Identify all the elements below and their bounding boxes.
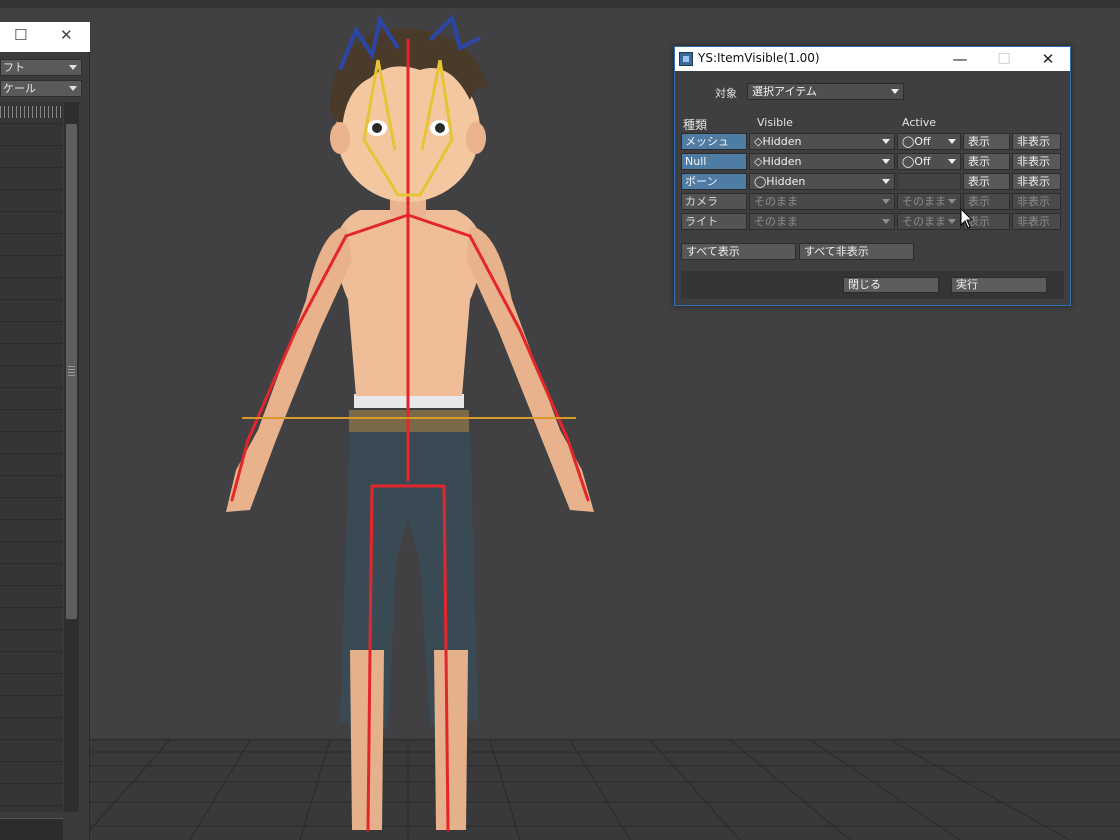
show-button-null[interactable]: 表示 [963,153,1010,170]
visible-dropdown-null[interactable]: ◇Hidden [749,153,895,170]
hide-all-button[interactable]: すべて非表示 [799,243,914,260]
character-model [226,14,594,830]
target-dropdown-value: 選択アイテム [752,85,817,98]
chevron-down-icon [948,199,956,204]
left-list-area[interactable] [0,102,63,812]
left-panel-titlebar: ☐ ✕ [0,22,90,52]
chevron-down-icon [882,159,890,164]
close-dialog-button[interactable]: 閉じる [843,277,939,293]
close-icon[interactable]: ✕ [60,26,73,44]
active-dropdown-null[interactable]: ◯Off [897,153,961,170]
active-slot-bone [897,173,961,190]
mouse-cursor-icon [960,208,974,229]
floor-grid [89,738,1120,840]
chevron-down-icon [882,179,890,184]
visible-dropdown-light[interactable]: そのまま [749,213,895,230]
visible-dropdown-mesh[interactable]: ◇Hidden [749,133,895,150]
hide-button-camera[interactable]: 非表示 [1012,193,1061,210]
type-toggle-light[interactable]: ライト [681,213,747,230]
active-dropdown-light[interactable]: そのまま [897,213,961,230]
left-dropdown-2[interactable]: ケール [0,80,82,97]
hide-button-mesh[interactable]: 非表示 [1012,133,1061,150]
left-ruler [0,106,63,118]
active-dropdown-mesh[interactable]: ◯Off [897,133,961,150]
dialog-body: 対象 選択アイテム 種類 Visible Active メッシュ ◇Hidden… [675,71,1070,305]
active-dropdown-value: ◯Off [902,155,931,168]
visible-dropdown-bone[interactable]: ◯Hidden [749,173,895,190]
chevron-down-icon [882,199,890,204]
chevron-down-icon [948,139,956,144]
column-visible-header: Visible [757,116,793,129]
type-toggle-camera[interactable]: カメラ [681,193,747,210]
hide-button-light[interactable]: 非表示 [1012,213,1061,230]
active-dropdown-value: ◯Off [902,135,931,148]
chevron-down-icon [882,219,890,224]
close-button[interactable]: ✕ [1026,47,1070,71]
column-type-header: 種類 [683,118,708,132]
dialog-title: YS:ItemVisible(1.00) [698,51,820,65]
target-label: 対象 [715,87,737,100]
active-dropdown-value: そのまま [902,195,946,208]
column-active-header: Active [902,116,937,129]
visible-dropdown-value: ◇Hidden [754,135,802,148]
show-button-mesh[interactable]: 表示 [963,133,1010,150]
chevron-down-icon [948,219,956,224]
execute-button[interactable]: 実行 [951,277,1047,293]
type-toggle-bone[interactable]: ボーン [681,173,747,190]
active-dropdown-value: そのまま [902,215,946,228]
minimize-button[interactable]: — [938,47,982,71]
show-button-bone[interactable]: 表示 [963,173,1010,190]
left-dropdown-1[interactable]: フト [0,59,82,76]
visible-dropdown-value: そのまま [754,215,798,228]
grip-icon [68,366,75,376]
maximize-button[interactable]: ☐ [982,47,1026,71]
dialog-titlebar[interactable]: YS:ItemVisible(1.00) — ☐ ✕ [675,47,1070,71]
type-toggle-mesh[interactable]: メッシュ [681,133,747,150]
restore-icon[interactable]: ☐ [14,26,27,44]
chevron-down-icon [69,65,77,70]
left-side-panel: ☐ ✕ フト ケール [0,22,90,840]
visible-dropdown-camera[interactable]: そのまま [749,193,895,210]
show-all-button[interactable]: すべて表示 [681,243,796,260]
visible-dropdown-value: そのまま [754,195,798,208]
chevron-down-icon [69,86,77,91]
visible-dropdown-value: ◇Hidden [754,155,802,168]
type-toggle-null[interactable]: Null [681,153,747,170]
left-dropdown-2-value: ケール [3,82,36,95]
chevron-down-icon [891,89,899,94]
left-bottom-bar [0,818,63,840]
target-dropdown[interactable]: 選択アイテム [747,83,904,100]
hide-button-null[interactable]: 非表示 [1012,153,1061,170]
hide-button-bone[interactable]: 非表示 [1012,173,1061,190]
item-visible-dialog: YS:ItemVisible(1.00) — ☐ ✕ 対象 選択アイテム 種類 … [674,46,1071,306]
chevron-down-icon [882,139,890,144]
visible-dropdown-value: ◯Hidden [754,175,806,188]
app-icon [679,52,693,66]
left-dropdown-1-value: フト [3,61,25,74]
chevron-down-icon [948,159,956,164]
active-dropdown-camera[interactable]: そのまま [897,193,961,210]
